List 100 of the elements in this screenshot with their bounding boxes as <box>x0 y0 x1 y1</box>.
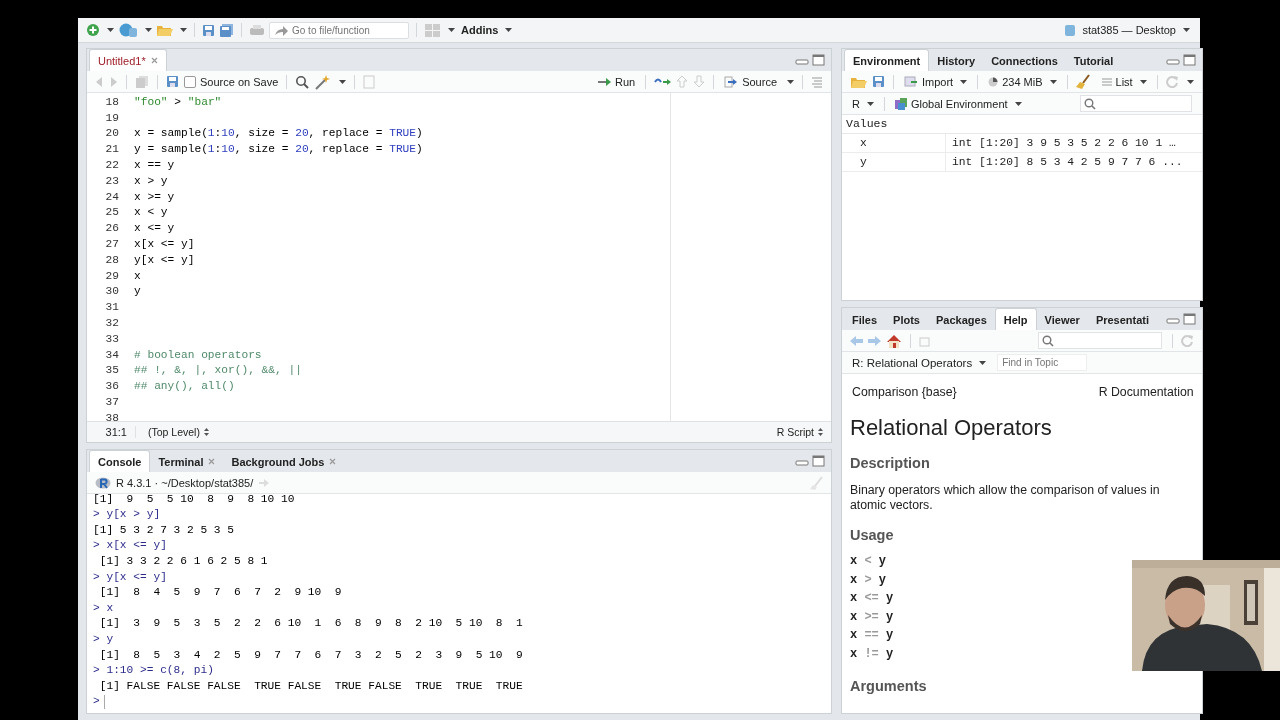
code-line: x[x <= y] <box>134 238 195 251</box>
code-line: x < y <box>134 206 168 219</box>
arrow-icon <box>724 75 739 88</box>
broom-icon[interactable] <box>1075 74 1090 89</box>
console-output: [1] FALSE FALSE FALSE TRUE FALSE TRUE FALSE TRUE TRUE TRUE <box>98 678 524 694</box>
source-on-save-checkbox[interactable]: Source on Save <box>184 75 279 88</box>
console-path: R 4.3.1 · ~/Desktop/stat385/ <box>116 476 254 489</box>
console-command: > 1:10 >= c(8, pi) <box>93 663 215 679</box>
code-line: "foo" > "bar" <box>134 95 222 108</box>
pane-tab[interactable]: Tutorial <box>1065 50 1122 71</box>
line-number: 35 <box>104 364 120 377</box>
refresh-icon[interactable] <box>1165 75 1179 88</box>
outline-icon[interactable] <box>811 75 823 88</box>
find-in-topic-field[interactable]: Find in Topic <box>997 354 1088 371</box>
maximize-icon[interactable] <box>1182 54 1196 66</box>
close-icon[interactable] <box>329 458 337 465</box>
caret-icon <box>448 28 455 32</box>
back-icon[interactable] <box>95 75 104 88</box>
grid-icon[interactable] <box>424 22 441 38</box>
pane-tab[interactable]: Background Jobs <box>223 451 345 472</box>
pane-tab[interactable]: Help <box>994 308 1037 330</box>
line-number: 26 <box>104 222 120 235</box>
wand-icon[interactable] <box>314 73 332 90</box>
console-output: [1] 8 5 3 4 2 5 9 7 7 6 7 3 2 5 2 3 9 5 10 9 <box>98 647 524 663</box>
file-type-selector[interactable]: R Script <box>774 426 825 438</box>
caret-icon <box>1183 28 1190 32</box>
code-line: x <box>134 269 141 282</box>
pages-icon[interactable] <box>135 74 149 89</box>
pane-tab[interactable]: Untitled1* <box>89 49 167 71</box>
forward-icon[interactable] <box>868 335 881 346</box>
pane-tab[interactable]: Connections <box>983 50 1066 71</box>
view-menu[interactable]: List <box>1099 75 1149 88</box>
print-icon[interactable] <box>249 24 265 36</box>
line-number: 20 <box>104 127 120 140</box>
back-icon[interactable] <box>850 335 863 346</box>
rerun-icon[interactable] <box>654 76 672 87</box>
search-icon[interactable] <box>295 74 310 89</box>
console-command: > x <box>93 600 115 616</box>
search-field[interactable] <box>1079 95 1192 112</box>
addins-menu[interactable]: Addins <box>459 24 515 36</box>
save-icon[interactable] <box>872 75 885 88</box>
scope-selector[interactable]: (Top Level) <box>146 426 211 438</box>
close-icon[interactable] <box>208 458 216 465</box>
caret-icon <box>866 101 874 106</box>
line-number: 34 <box>104 348 120 361</box>
new-file-icon[interactable] <box>86 23 100 37</box>
r-logo-icon <box>95 476 111 489</box>
pane-tab[interactable]: Terminal <box>150 451 224 472</box>
maximize-icon[interactable] <box>812 54 825 66</box>
caret-icon <box>960 79 968 84</box>
console-command: > y[x <= y] <box>93 569 168 585</box>
line-number: 19 <box>104 111 120 124</box>
caret-icon <box>180 28 187 32</box>
pane-tab[interactable]: Presentati <box>1087 309 1158 330</box>
source-button[interactable]: Source <box>722 75 779 88</box>
language-menu[interactable]: R <box>850 97 876 110</box>
cursor-position: 31:1 <box>93 426 136 438</box>
line-number: 37 <box>104 396 120 409</box>
line-number: 38 <box>104 411 120 421</box>
run-button[interactable]: Run <box>595 75 638 88</box>
pane-tab[interactable]: History <box>929 50 984 71</box>
pie-icon <box>988 76 999 87</box>
up-arrow-icon[interactable] <box>676 75 689 88</box>
save-icon[interactable] <box>202 23 215 37</box>
project-menu[interactable]: stat385 — Desktop <box>1080 24 1192 36</box>
pane-tab[interactable]: Files <box>844 309 886 330</box>
go-to-directory-icon[interactable] <box>258 477 270 488</box>
down-arrow-icon[interactable] <box>693 75 706 88</box>
home-icon[interactable] <box>886 333 902 348</box>
console-command: > x[x <= y] <box>93 538 168 554</box>
console-output: [1] 5 3 2 7 3 2 5 3 5 <box>93 522 235 538</box>
section-heading: Arguments <box>850 677 928 694</box>
arrow-icon[interactable] <box>274 24 288 37</box>
arrow-icon <box>597 76 611 87</box>
line-number: 32 <box>104 317 120 330</box>
maximize-icon[interactable] <box>812 455 825 467</box>
refresh-icon[interactable] <box>1180 334 1194 347</box>
close-icon[interactable] <box>150 57 158 64</box>
maximize-icon[interactable] <box>1182 313 1196 325</box>
memory-menu[interactable]: 234 MiB <box>986 75 1059 88</box>
forward-icon[interactable] <box>109 75 118 88</box>
pane-tab[interactable]: Packages <box>928 309 995 330</box>
code-line: ## !, &, |, xor(), &&, || <box>134 364 302 377</box>
pane-tab[interactable]: Environment <box>844 49 930 71</box>
topic-menu[interactable]: R: Relational Operators <box>850 356 989 369</box>
pane-tab[interactable]: Console <box>89 450 151 472</box>
section-header: Values <box>842 115 1202 134</box>
save-icon[interactable] <box>166 75 179 88</box>
save-all-icon[interactable] <box>219 22 234 38</box>
search-field[interactable] <box>1037 332 1162 349</box>
folder-icon[interactable] <box>156 23 173 37</box>
pane-tab[interactable]: Plots <box>885 309 928 330</box>
import-menu[interactable]: Import <box>902 75 970 88</box>
code-line: y = sample(1:10, size = 20, replace = TRUE) <box>134 143 423 156</box>
caret-icon <box>505 28 513 32</box>
pane-tab[interactable]: Viewer <box>1036 309 1088 330</box>
usage-line: x != y <box>850 646 895 663</box>
go-to-field[interactable]: Go to file/function <box>269 21 409 39</box>
caret-icon <box>1049 79 1057 84</box>
environment-menu[interactable]: Global Environment <box>892 97 1024 110</box>
